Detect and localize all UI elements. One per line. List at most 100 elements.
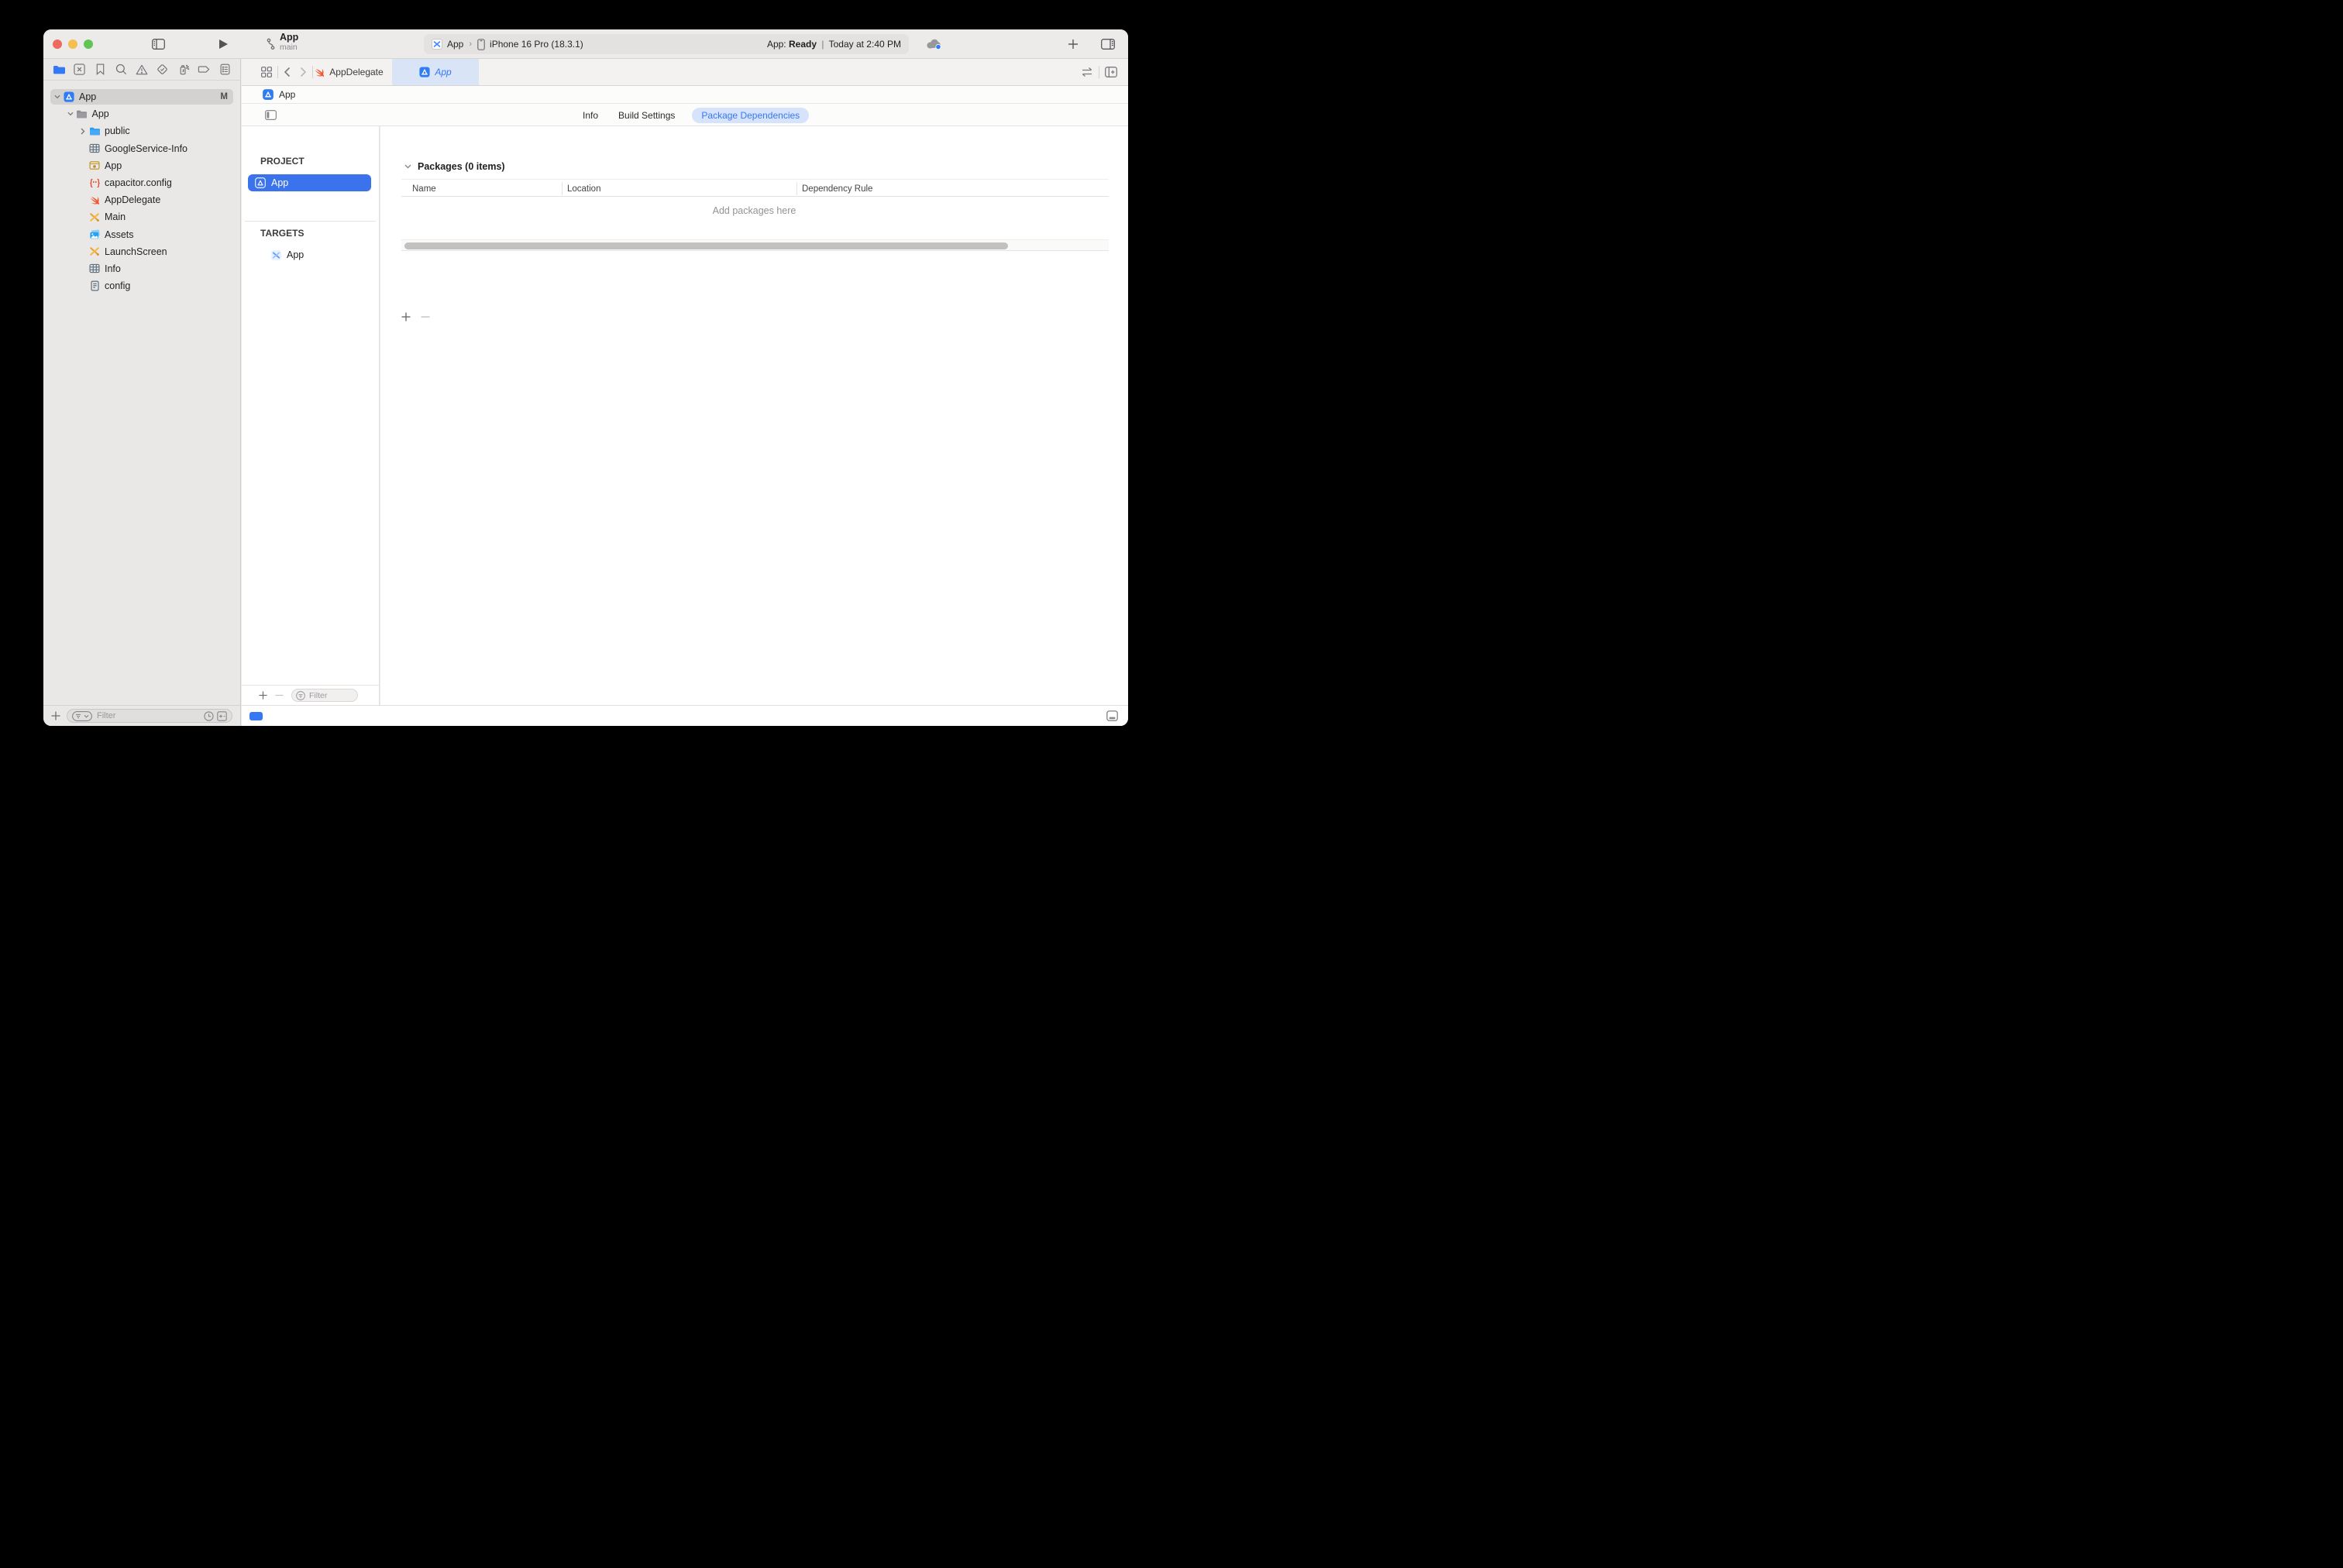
toolbar-project-name: App (280, 32, 299, 43)
scrollbar-thumb[interactable] (404, 242, 1008, 249)
target-item-app[interactable]: App (248, 246, 373, 263)
project-item-label: App (271, 177, 289, 188)
app-project-outline-icon (255, 177, 266, 188)
selected-row-highlight (50, 89, 233, 105)
navigator-filter-input[interactable] (95, 710, 201, 721)
project-navigator-tree: App M App public GoogleService-Info App capaci… (43, 88, 240, 683)
assets-icon (88, 229, 101, 240)
packages-section-title-row[interactable]: Packages (0 items) (404, 161, 505, 172)
packages-section-title: Packages (0 items) (418, 161, 505, 172)
file-label: LaunchScreen (105, 246, 167, 257)
activity-status: App: Ready | Today at 2:40 PM (766, 39, 901, 50)
sidebar-item-googleservice-info-3[interactable]: GoogleService-Info (43, 140, 240, 157)
scheme-selector[interactable]: App › iPhone 16 Pro (18.3.1) App: Ready … (424, 34, 909, 54)
sidebar-item-appdelegate-6[interactable]: AppDelegate (43, 191, 240, 208)
sidebar-item-main-7[interactable]: Main (43, 208, 240, 225)
minimize-button[interactable] (68, 40, 77, 49)
horizontal-scrollbar[interactable] (401, 239, 1109, 251)
sidebar-item-app-1[interactable]: App (43, 105, 240, 122)
add-package-button[interactable] (401, 312, 411, 322)
disclosure-chevron-icon[interactable] (404, 164, 411, 169)
navigator-filter-field[interactable] (67, 709, 232, 723)
column-divider[interactable] (796, 182, 797, 195)
remove-package-button[interactable] (421, 312, 430, 322)
tab-package-dependencies[interactable]: Package Dependencies (692, 107, 810, 123)
toggle-project-pane-icon[interactable] (263, 104, 278, 126)
scheme-target-label[interactable]: App (447, 39, 463, 50)
filter-menu-icon[interactable] (72, 710, 92, 721)
recent-files-icon[interactable] (204, 710, 214, 721)
add-toolbar-button[interactable] (1065, 29, 1082, 59)
source-control-status-icon[interactable] (217, 710, 227, 721)
zoom-button[interactable] (84, 40, 93, 49)
run-button[interactable] (215, 29, 231, 59)
swap-editor-icon[interactable] (1081, 67, 1093, 77)
column-header-location[interactable]: Location (567, 180, 600, 198)
navigator-tab-xsquare-icon[interactable] (71, 60, 89, 79)
navigator-tab-search-icon[interactable] (112, 60, 130, 79)
navigator-tab-folder-icon[interactable] (50, 60, 68, 79)
plist-icon (88, 263, 101, 274)
chevron-right-icon[interactable] (77, 128, 88, 135)
back-button[interactable] (284, 67, 291, 77)
related-items-icon[interactable] (261, 67, 272, 77)
branch-icon (267, 33, 275, 52)
xcode-project-icon (432, 39, 442, 50)
editor-tab-app[interactable]: App (392, 59, 479, 85)
close-button[interactable] (53, 40, 62, 49)
folder-blue-icon (88, 126, 101, 137)
toggle-sidebar-icon[interactable] (150, 29, 167, 59)
column-header-name[interactable]: Name (412, 180, 436, 198)
sidebar-item-capacitor-config-5[interactable]: capacitor.config (43, 174, 240, 191)
chevron-down-icon[interactable] (65, 112, 76, 116)
navigator-tab-spray-icon[interactable] (174, 60, 193, 79)
scheme-chevron: › (469, 40, 473, 49)
hide-debug-area-icon[interactable] (1106, 710, 1118, 721)
tab-build-settings[interactable]: Build Settings (618, 110, 675, 121)
sidebar-item-app-0[interactable]: App M (43, 88, 240, 105)
remove-target-button[interactable] (275, 691, 284, 700)
entitlements-icon (88, 160, 101, 171)
package-dependencies-editor: Packages (0 items) Name Location Dependenc… (380, 126, 1128, 705)
add-target-button[interactable] (259, 691, 267, 700)
pane-divider (245, 221, 376, 222)
file-label: GoogleService-Info (105, 143, 188, 154)
sidebar-item-launchscreen-9[interactable]: LaunchScreen (43, 243, 240, 260)
column-header-dependency-rule[interactable]: Dependency Rule (802, 180, 872, 198)
navigator-tab-diamond-check-icon[interactable] (153, 60, 172, 79)
column-divider[interactable] (562, 182, 563, 195)
sidebar-item-app-4[interactable]: App (43, 157, 240, 174)
running-app-chip[interactable] (249, 712, 263, 720)
project-item-app[interactable]: App (248, 174, 371, 191)
sidebar-item-assets-8[interactable]: Assets (43, 226, 240, 243)
toolbar: App main App › iPhone 16 Pro (18.3.1) Ap… (43, 29, 1128, 59)
sidebar-item-info-10[interactable]: Info (43, 260, 240, 277)
add-editor-icon[interactable] (1105, 67, 1117, 77)
navigator-tab-bookmark-icon[interactable] (91, 60, 110, 79)
add-file-button[interactable] (51, 711, 60, 720)
config-tab-group: Info Build Settings Package Dependencies (583, 104, 810, 126)
jump-bar-item[interactable]: App (279, 89, 295, 100)
chevron-down-icon[interactable] (52, 95, 63, 99)
sidebar-item-public-2[interactable]: public (43, 122, 240, 139)
editor-layout-button[interactable] (1099, 29, 1117, 59)
navigator-tab-tag-icon[interactable] (194, 60, 213, 79)
sidebar-item-config-11[interactable]: config (43, 277, 240, 294)
scheme-device-label[interactable]: iPhone 16 Pro (18.3.1) (490, 39, 583, 50)
project-section-header: PROJECT (260, 156, 304, 167)
targets-filter-field[interactable] (291, 689, 358, 702)
status-state: Ready (788, 39, 817, 50)
tab-info[interactable]: Info (583, 110, 598, 121)
file-label: Info (105, 263, 121, 274)
packages-empty-message: Add packages here (712, 205, 796, 216)
jump-bar[interactable]: App (242, 86, 1128, 104)
navigator-tab-warning-icon[interactable] (132, 60, 151, 79)
file-label: capacitor.config (105, 177, 172, 189)
file-label: App (91, 108, 109, 120)
navigator-sidebar: App M App public GoogleService-Info App capaci… (43, 59, 241, 726)
file-label: App (79, 91, 97, 103)
navigator-tab-strip (43, 59, 240, 81)
targets-filter-input[interactable] (308, 689, 353, 701)
navigator-tab-report-icon[interactable] (215, 60, 234, 79)
editor-tab-appdelegate[interactable]: AppDelegate (305, 59, 392, 85)
